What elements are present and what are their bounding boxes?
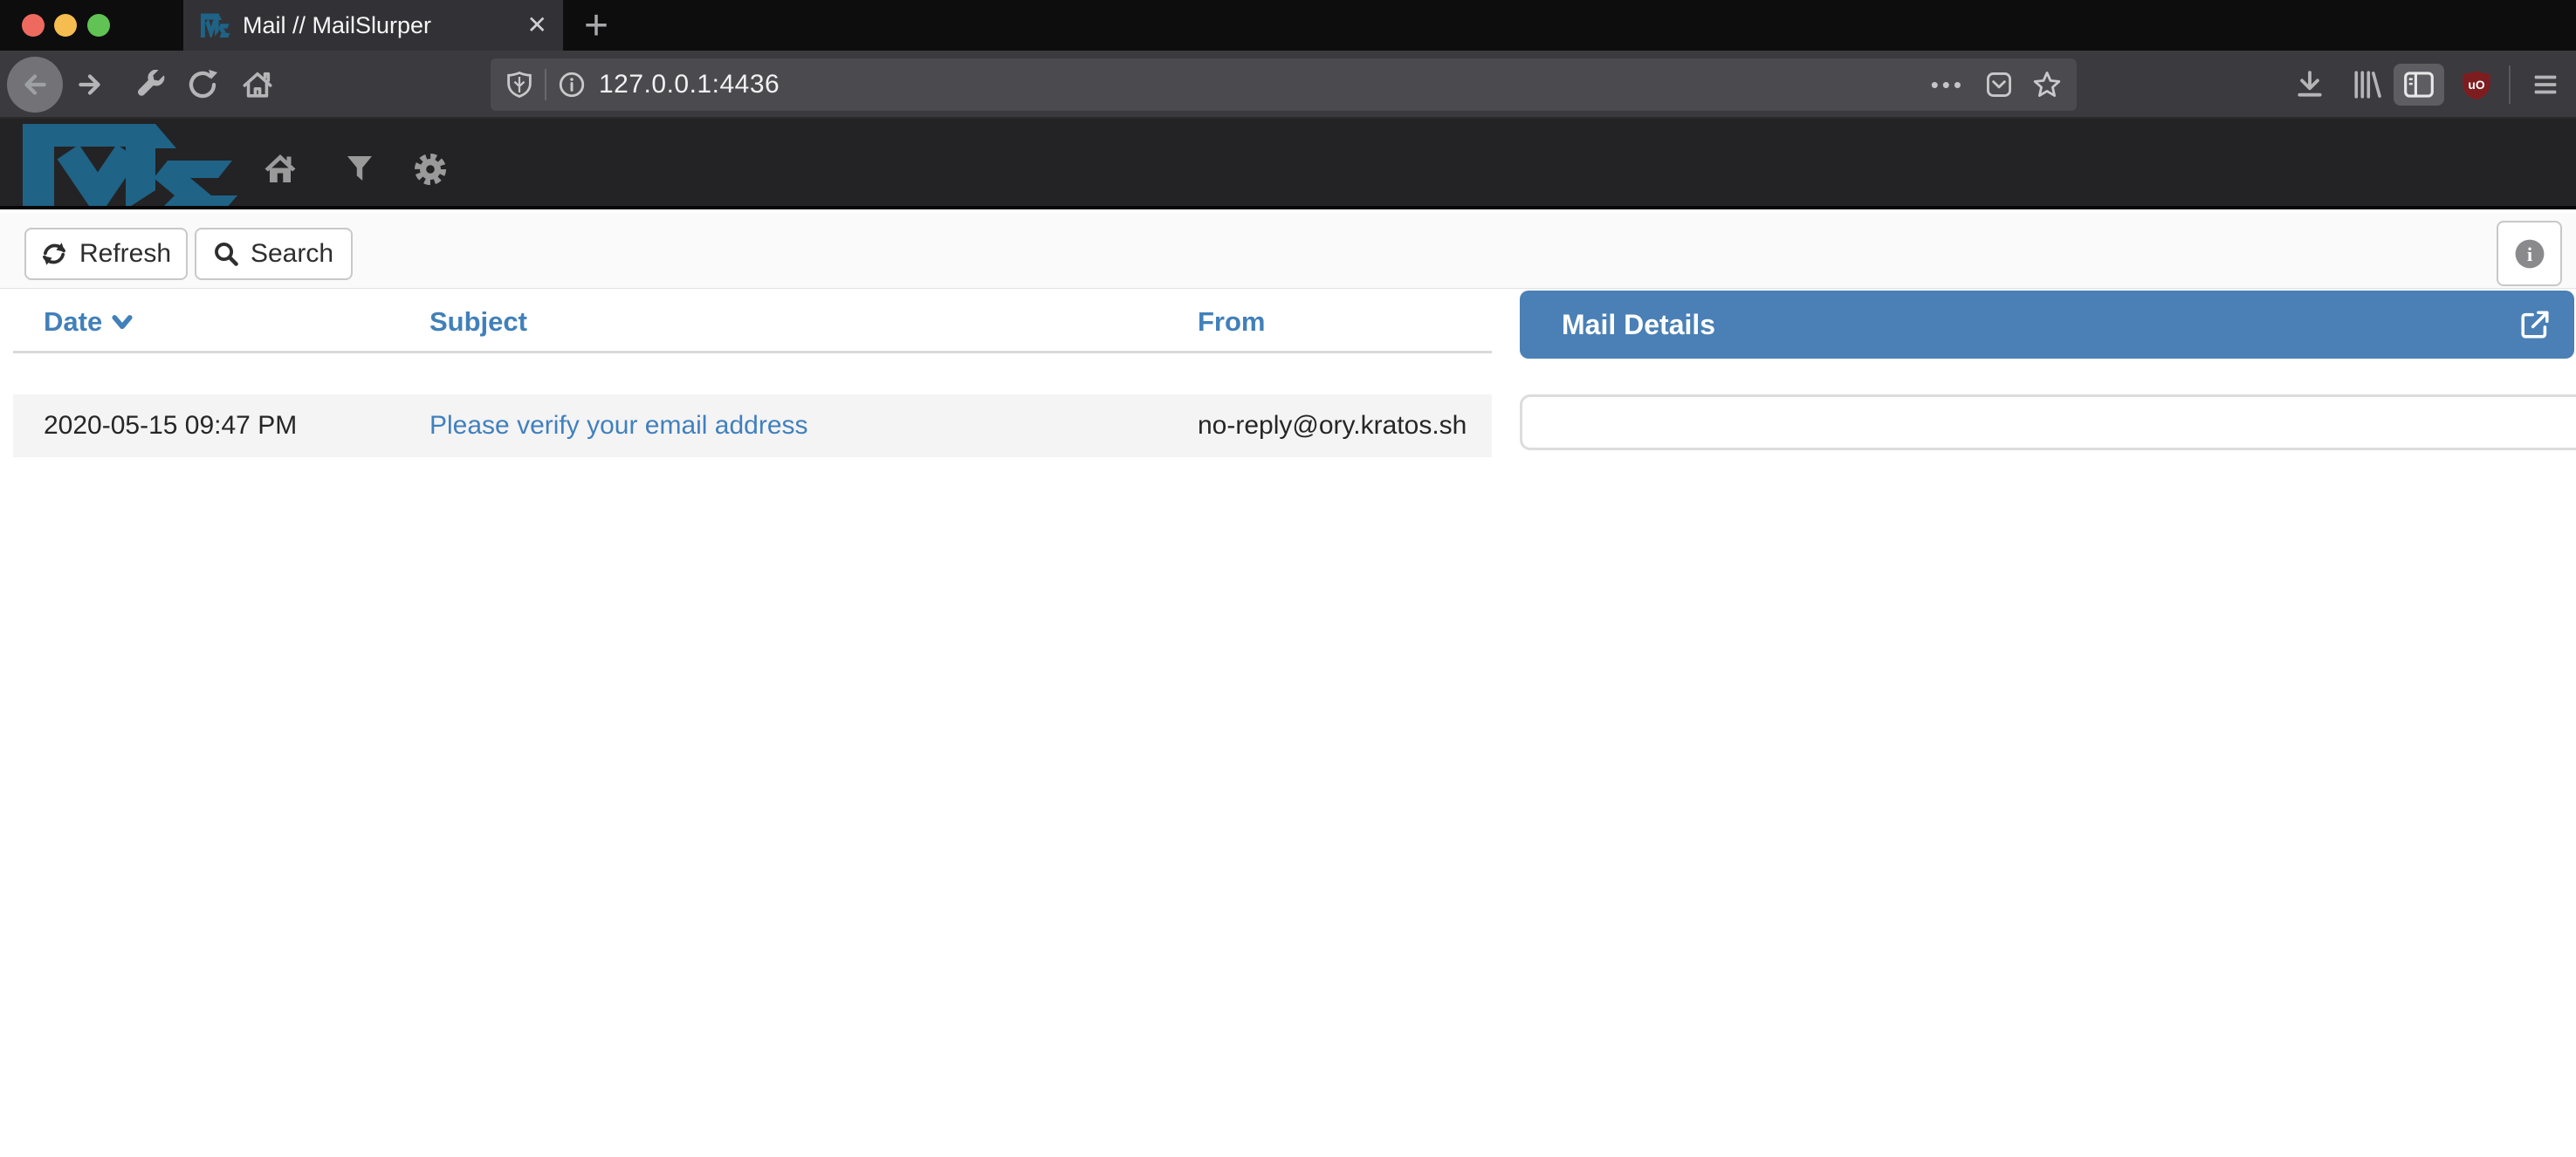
site-info-icon[interactable]: [559, 72, 585, 98]
refresh-button-label: Refresh: [79, 239, 171, 269]
search-icon: [214, 242, 238, 266]
mail-row-from: no-reply@ory.kratos.sh: [1198, 394, 1467, 457]
reload-button[interactable]: [182, 64, 223, 106]
filter-icon: [346, 154, 374, 185]
browser-nav-bar: 127.0.0.1:4436 •••: [0, 51, 2576, 119]
home-icon: [241, 68, 274, 101]
hamburger-menu-icon: [2531, 70, 2560, 99]
app-home-icon: [262, 150, 299, 185]
external-link-icon: [2518, 308, 2552, 341]
forward-arrow-icon: [74, 69, 106, 100]
table-header-rule: [13, 351, 1492, 353]
column-header-subject[interactable]: Subject: [429, 306, 527, 338]
menu-button[interactable]: [2524, 64, 2566, 106]
library-button[interactable]: [2346, 64, 2388, 106]
browser-tab[interactable]: Mail // MailSlurper ✕: [183, 0, 563, 51]
tab-title: Mail // MailSlurper: [243, 12, 431, 39]
home-button[interactable]: [237, 64, 278, 106]
open-details-external-button[interactable]: [2518, 308, 2552, 341]
window-zoom-button[interactable]: [87, 14, 110, 37]
download-icon: [2295, 70, 2325, 99]
ublock-origin-icon: uO: [2462, 70, 2491, 99]
gear-icon: [413, 152, 448, 187]
mailslurper-logo[interactable]: [23, 122, 241, 209]
forward-button[interactable]: [69, 64, 111, 106]
pocket-icon[interactable]: [1986, 72, 2012, 98]
column-header-subject-label: Subject: [429, 306, 527, 338]
search-button[interactable]: Search: [195, 228, 353, 280]
sidebar-icon: [2403, 69, 2435, 100]
main-content: Date Subject From 2020-05-15 09:47 PM Pl…: [0, 289, 2576, 1157]
nav-separator: [2509, 65, 2511, 104]
mail-row-date: 2020-05-15 09:47 PM: [44, 394, 297, 457]
info-icon: i: [2514, 238, 2545, 270]
search-button-label: Search: [251, 239, 333, 269]
wrench-extension-button[interactable]: [129, 64, 171, 106]
column-header-from[interactable]: From: [1198, 306, 1266, 338]
refresh-button[interactable]: Refresh: [24, 228, 188, 280]
window-close-button[interactable]: [22, 14, 45, 37]
library-icon: [2353, 70, 2382, 99]
mail-row-subject-link[interactable]: Please verify your email address: [429, 411, 808, 440]
url-text[interactable]: 127.0.0.1:4436: [599, 70, 780, 99]
mail-details-title: Mail Details: [1562, 309, 1715, 341]
tracking-shield-icon[interactable]: [506, 72, 532, 98]
mail-details-header: Mail Details: [1520, 291, 2574, 359]
column-header-date[interactable]: Date: [44, 306, 134, 338]
sort-desc-icon: [111, 314, 134, 331]
downloads-button[interactable]: [2289, 64, 2331, 106]
back-arrow-icon: [19, 69, 51, 100]
window-minimize-button[interactable]: [54, 14, 77, 37]
urlbar-divider: [545, 69, 546, 100]
reload-icon: [187, 69, 218, 100]
ublock-origin-button[interactable]: uO: [2456, 64, 2497, 106]
column-header-date-label: Date: [44, 306, 102, 338]
mailslurper-favicon-icon: [201, 13, 230, 38]
browser-tab-bar: Mail // MailSlurper ✕ +: [0, 0, 2576, 51]
mailslurper-header: [0, 119, 2576, 209]
mail-row[interactable]: 2020-05-15 09:47 PM Please verify your e…: [13, 394, 1492, 457]
page-actions-icon[interactable]: •••: [1931, 72, 1965, 99]
url-bar[interactable]: 127.0.0.1:4436 •••: [491, 58, 2077, 111]
tab-close-icon[interactable]: ✕: [527, 13, 547, 38]
app-toolbar: Refresh Search i: [0, 213, 2576, 289]
new-tab-button[interactable]: +: [574, 0, 618, 51]
wrench-icon: [135, 70, 165, 99]
app-settings-button[interactable]: [413, 152, 448, 187]
svg-text:i: i: [2526, 243, 2531, 265]
app-home-button[interactable]: [262, 150, 299, 185]
app-filter-button[interactable]: [346, 154, 374, 185]
column-header-from-label: From: [1198, 306, 1266, 338]
svg-text:uO: uO: [2468, 78, 2484, 92]
bookmark-star-icon[interactable]: [2033, 71, 2061, 99]
refresh-icon: [41, 241, 67, 267]
back-button[interactable]: [7, 57, 63, 113]
screen: Mail // MailSlurper ✕ +: [0, 0, 2576, 1157]
info-button[interactable]: i: [2497, 221, 2562, 286]
sidebar-toggle-button[interactable]: [2394, 64, 2444, 106]
mail-details-body: [1520, 394, 2576, 450]
